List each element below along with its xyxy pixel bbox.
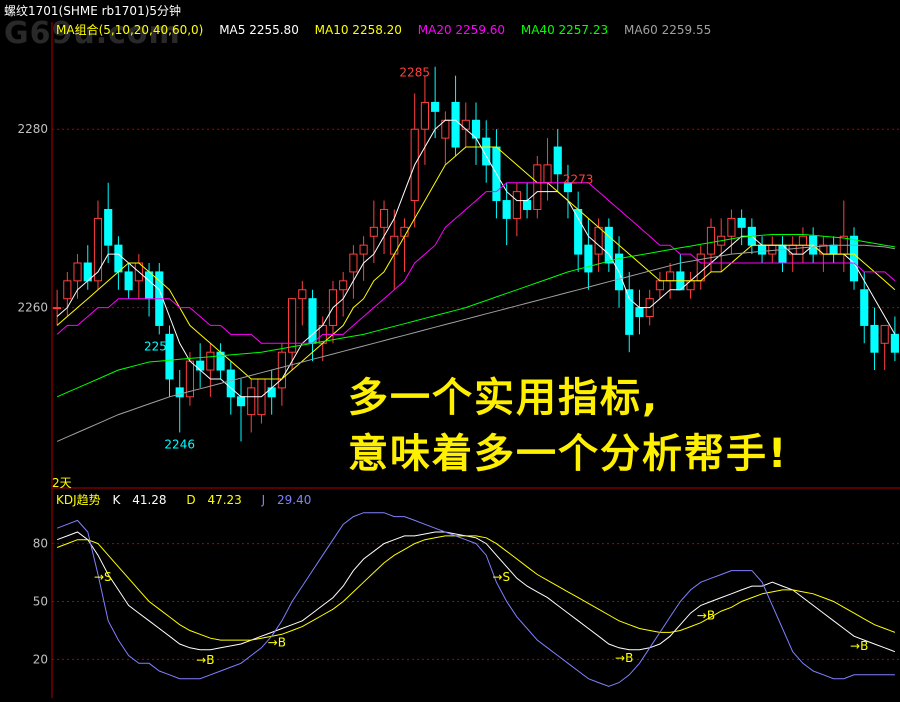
candle-body: [247, 387, 256, 416]
candle-body: [461, 119, 470, 130]
candle-body: [849, 235, 859, 282]
kdj-line-j: [56, 512, 895, 687]
buy-signal: →B: [196, 653, 214, 667]
candle-body: [196, 360, 205, 371]
candle-body: [727, 217, 736, 237]
candle-body: [236, 396, 246, 407]
candle-body: [451, 101, 460, 148]
kdj-line-d: [56, 535, 896, 641]
ma-legend: MA组合(5,10,20,40,60,0) MA5 2255.80 MA10 2…: [56, 22, 723, 38]
candle-body: [339, 280, 348, 291]
candle-body: [502, 200, 511, 219]
candle-body: [860, 289, 869, 326]
candle-body: [63, 280, 72, 300]
candle-body: [757, 244, 767, 255]
kdj-legend: KDJ趋势 K 41.28 D 47.23 J 29.40: [56, 492, 319, 508]
candle-body: [73, 262, 82, 282]
candle-body: [104, 208, 113, 246]
ma-line-ma20: [56, 182, 896, 344]
ma40-label: MA40 2257.23: [520, 23, 609, 37]
candle-body: [533, 164, 542, 210]
candle-body: [267, 387, 276, 398]
ma10-label: MA10 2258.20: [314, 23, 402, 37]
candle-body: [288, 298, 297, 353]
candle-body: [584, 244, 593, 273]
candle-body: [574, 208, 583, 255]
chart-stage: 2260 2280 2273 2246 2285 2257 20 50 80 →S →B →B →S →B…: [0, 0, 900, 698]
price-annotation: 2273: [563, 173, 594, 187]
candle-body: [226, 369, 235, 398]
chart-svg: 2260 2280 2273 2246 2285 2257 20 50 80 →S →B →B →S →B…: [17, 22, 900, 698]
sell-signal: →S: [94, 570, 112, 584]
candle-body: [553, 146, 562, 175]
ma-group-label: MA组合(5,10,20,40,60,0): [56, 23, 204, 37]
candle-body: [431, 101, 440, 112]
candle-body: [768, 244, 777, 255]
kdj-k-value: 41.28: [132, 493, 167, 507]
candle-body: [543, 164, 552, 184]
candle-body: [124, 271, 133, 291]
candle-body: [512, 191, 521, 219]
candle-body: [870, 324, 879, 353]
buy-signal: →B: [697, 608, 715, 622]
ma60-label: MA60 2259.55: [623, 23, 712, 37]
sell-signal: →S: [492, 570, 510, 584]
candle-body: [523, 200, 532, 210]
price-tick-label: 2280: [17, 122, 48, 136]
kdj-name: KDJ趋势: [56, 493, 101, 507]
promo-line-2: 意味着多一个分析帮手!: [348, 431, 789, 477]
candle-body: [635, 307, 644, 318]
buy-signal: →B: [615, 651, 633, 665]
candle-body: [420, 101, 429, 130]
candle-body: [788, 244, 797, 255]
price-annotation: 2246: [164, 437, 195, 451]
kdj-tick-label: 20: [33, 652, 48, 666]
ma20-label: MA20 2259.60: [417, 23, 506, 37]
kdj-k-label: K: [112, 493, 121, 507]
kdj-d-label: D: [186, 493, 196, 507]
kdj-d-value: 47.23: [207, 493, 242, 507]
candle-body: [890, 333, 899, 353]
candle-body: [594, 226, 603, 255]
candle-body: [53, 307, 62, 310]
kdj-line-k: [56, 531, 896, 653]
candle-body: [666, 271, 675, 282]
kdj-tick-label: 80: [33, 537, 48, 551]
kdj-j-value: 29.40: [277, 493, 312, 507]
candle-body: [686, 280, 695, 291]
candle-body: [798, 235, 808, 246]
candle-body: [390, 235, 399, 255]
promo-line-1: 多一个实用指标,: [348, 375, 660, 421]
candle-body: [277, 351, 286, 389]
candle-body: [369, 226, 378, 237]
candle-body: [144, 271, 154, 300]
promo-caption: 多一个实用指标, 意味着多一个分析帮手!: [348, 370, 788, 482]
candle-body: [696, 253, 705, 282]
candle-body: [655, 280, 664, 291]
candle-body: [298, 289, 307, 300]
candle-body: [829, 244, 838, 255]
candle-body: [625, 289, 634, 335]
price-tick-label: 2260: [17, 301, 48, 315]
candle-body: [880, 324, 889, 344]
candle-body: [349, 253, 358, 273]
kdj-tick-label: 50: [33, 595, 48, 609]
kdj-j-label: J: [261, 493, 266, 507]
buy-signal: →B: [268, 635, 286, 649]
candle-body: [175, 387, 184, 398]
candle-body: [114, 244, 123, 273]
candle-body: [359, 244, 368, 255]
price-annotation: 2285: [399, 66, 430, 80]
candle-body: [206, 351, 215, 371]
buy-signal: →B: [850, 639, 868, 653]
price-annotation: 2257: [144, 339, 175, 353]
candle-body: [379, 208, 389, 228]
ma5-label: MA5 2255.80: [219, 23, 299, 37]
candle-body: [706, 226, 716, 255]
candle-body: [737, 217, 746, 228]
period-label: 2天: [52, 476, 72, 490]
